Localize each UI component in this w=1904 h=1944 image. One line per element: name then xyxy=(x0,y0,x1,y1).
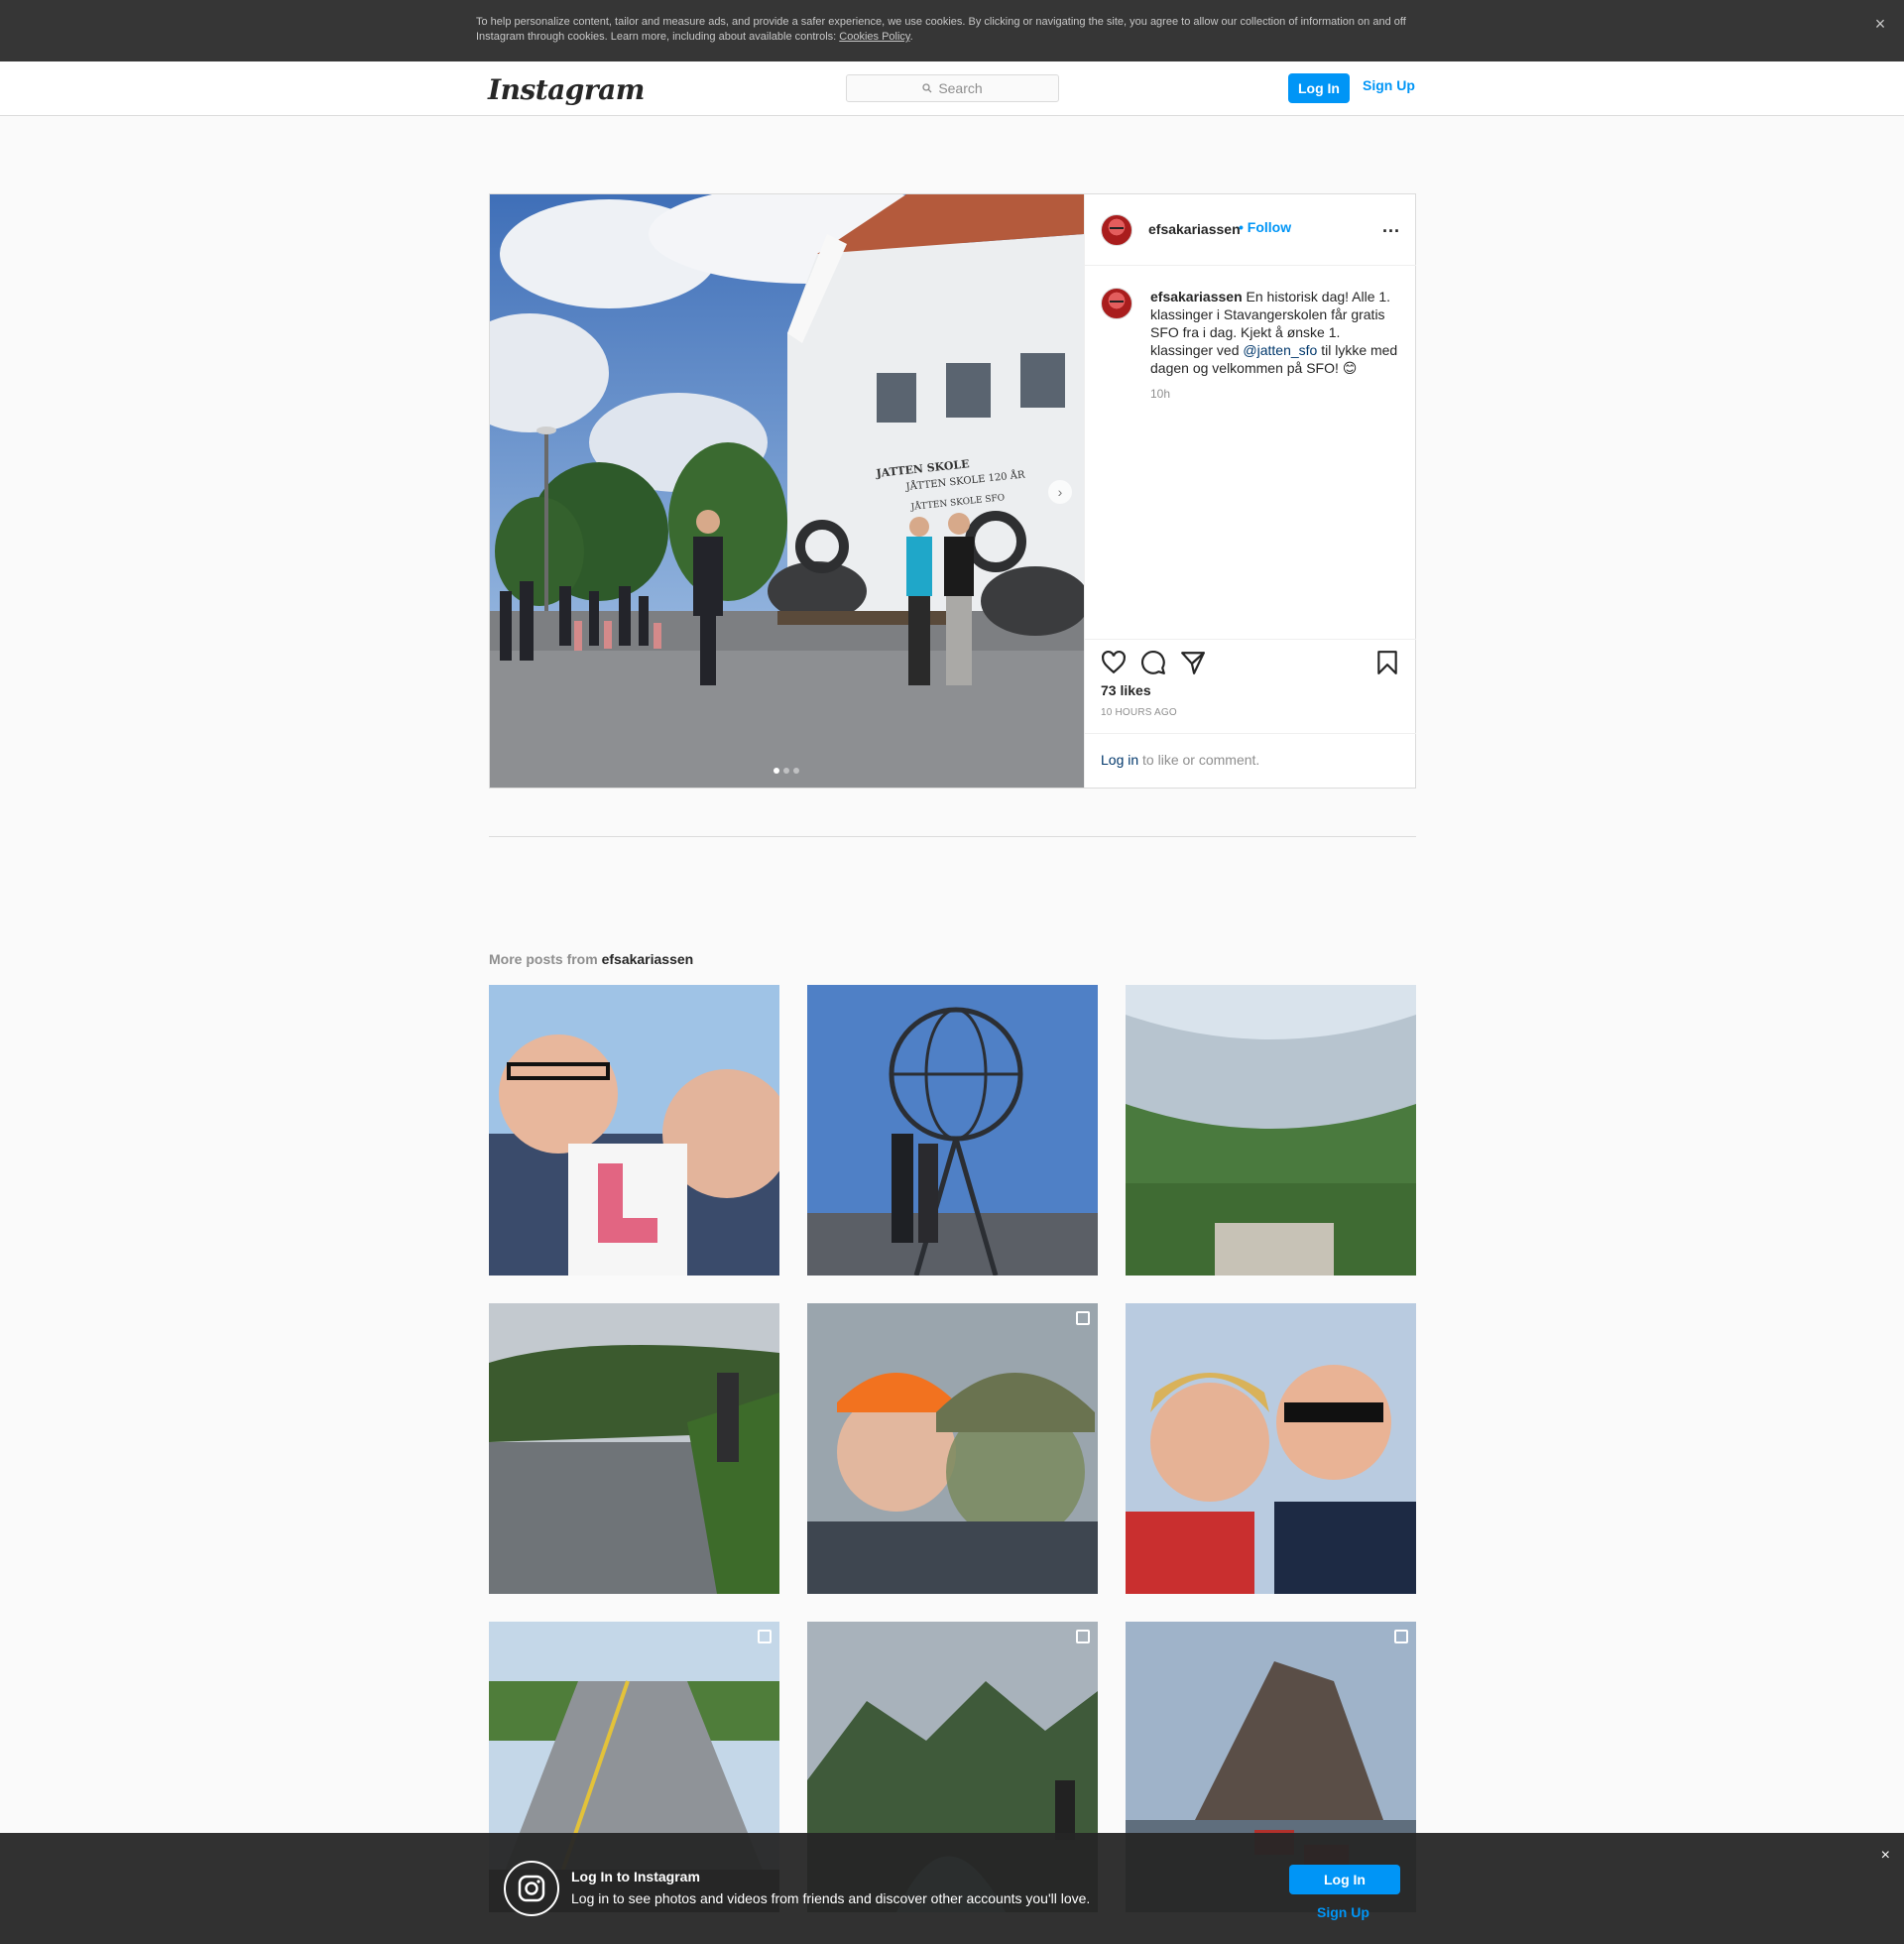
cookie-text: To help personalize content, tailor and … xyxy=(476,15,1428,45)
carousel-dot xyxy=(774,768,779,774)
caption-mention-link[interactable]: @jatten_sfo xyxy=(1243,342,1317,358)
post-sidebar: efsakariassen • Follow ... efsakariassen… xyxy=(1084,194,1416,788)
login-suffix: to like or comment. xyxy=(1138,752,1260,768)
cookie-banner: To help personalize content, tailor and … xyxy=(0,0,1904,61)
instagram-logo[interactable]: Instagram xyxy=(488,73,645,106)
login-link[interactable]: Log in xyxy=(1101,752,1138,768)
carousel-dots xyxy=(774,768,799,774)
cookie-trailing: . xyxy=(909,31,913,43)
multi-post-icon xyxy=(758,1630,772,1643)
post-card: JATTEN SKOLE JÅTTEN SKOLE 120 ÅR JÅTTEN … xyxy=(489,193,1416,789)
bookmark-icon[interactable] xyxy=(1374,650,1400,675)
section-divider xyxy=(489,836,1416,837)
grid-post[interactable] xyxy=(1126,985,1416,1276)
search-icon xyxy=(922,83,932,93)
signup-link[interactable]: Sign Up xyxy=(1363,77,1415,93)
comment-icon[interactable] xyxy=(1140,650,1166,675)
caption-username[interactable]: efsakariassen xyxy=(1150,289,1243,304)
multi-post-icon xyxy=(1076,1311,1090,1325)
caption-time: 10h xyxy=(1150,387,1171,401)
post-username[interactable]: efsakariassen xyxy=(1148,221,1241,237)
caption-avatar[interactable] xyxy=(1101,288,1132,319)
more-posts-username[interactable]: efsakariassen xyxy=(602,951,694,967)
cookies-policy-link[interactable]: Cookies Policy xyxy=(839,31,909,43)
carousel-next-icon[interactable]: › xyxy=(1048,480,1072,504)
grid-post[interactable] xyxy=(1126,1303,1416,1594)
grid-post[interactable] xyxy=(807,1303,1098,1594)
post-timestamp: 10 HOURS AGO xyxy=(1101,707,1177,718)
carousel-dot xyxy=(793,768,799,774)
more-posts-prefix: More posts from xyxy=(489,951,602,967)
search-input[interactable]: Search xyxy=(846,74,1059,102)
grid-post[interactable] xyxy=(807,985,1098,1276)
login-prompt-bar: Log In to Instagram Log in to see photos… xyxy=(0,1833,1904,1944)
top-nav: Instagram Search Log In Sign Up xyxy=(0,61,1904,116)
cookie-close-icon[interactable]: × xyxy=(1870,14,1890,34)
prompt-login-button[interactable]: Log In xyxy=(1289,1865,1400,1894)
login-prompt-subtitle: Log in to see photos and videos from fri… xyxy=(571,1890,1091,1906)
search-placeholder: Search xyxy=(938,80,983,96)
follow-button[interactable]: • Follow xyxy=(1239,219,1291,235)
post-header: efsakariassen • Follow ... xyxy=(1085,194,1416,266)
prompt-close-icon[interactable]: × xyxy=(1881,1847,1890,1865)
post-photo[interactable]: JATTEN SKOLE JÅTTEN SKOLE 120 ÅR JÅTTEN … xyxy=(490,194,1084,788)
multi-post-icon xyxy=(1076,1630,1090,1643)
login-prompt-title: Log In to Instagram xyxy=(571,1869,700,1884)
share-icon[interactable] xyxy=(1180,650,1206,675)
prompt-signup-link[interactable]: Sign Up xyxy=(1317,1904,1369,1920)
carousel-dot xyxy=(783,768,789,774)
grid-post[interactable] xyxy=(489,985,779,1276)
more-posts-title: More posts from efsakariassen xyxy=(489,951,693,967)
grid-post[interactable] xyxy=(489,1303,779,1594)
likes-count[interactable]: 73 likes xyxy=(1101,682,1151,698)
heart-icon[interactable] xyxy=(1101,650,1127,675)
instagram-glyph-icon xyxy=(504,1861,559,1916)
login-button[interactable]: Log In xyxy=(1288,73,1350,103)
cookie-message: To help personalize content, tailor and … xyxy=(476,16,1406,43)
caption-text: efsakariassen En historisk dag! Alle 1. … xyxy=(1150,288,1402,377)
multi-post-icon xyxy=(1394,1630,1408,1643)
avatar[interactable] xyxy=(1101,214,1132,246)
post-actions: 73 likes 10 HOURS AGO xyxy=(1085,639,1416,733)
login-to-comment: Log in to like or comment. xyxy=(1085,733,1416,788)
more-options-icon[interactable]: ... xyxy=(1382,216,1400,237)
